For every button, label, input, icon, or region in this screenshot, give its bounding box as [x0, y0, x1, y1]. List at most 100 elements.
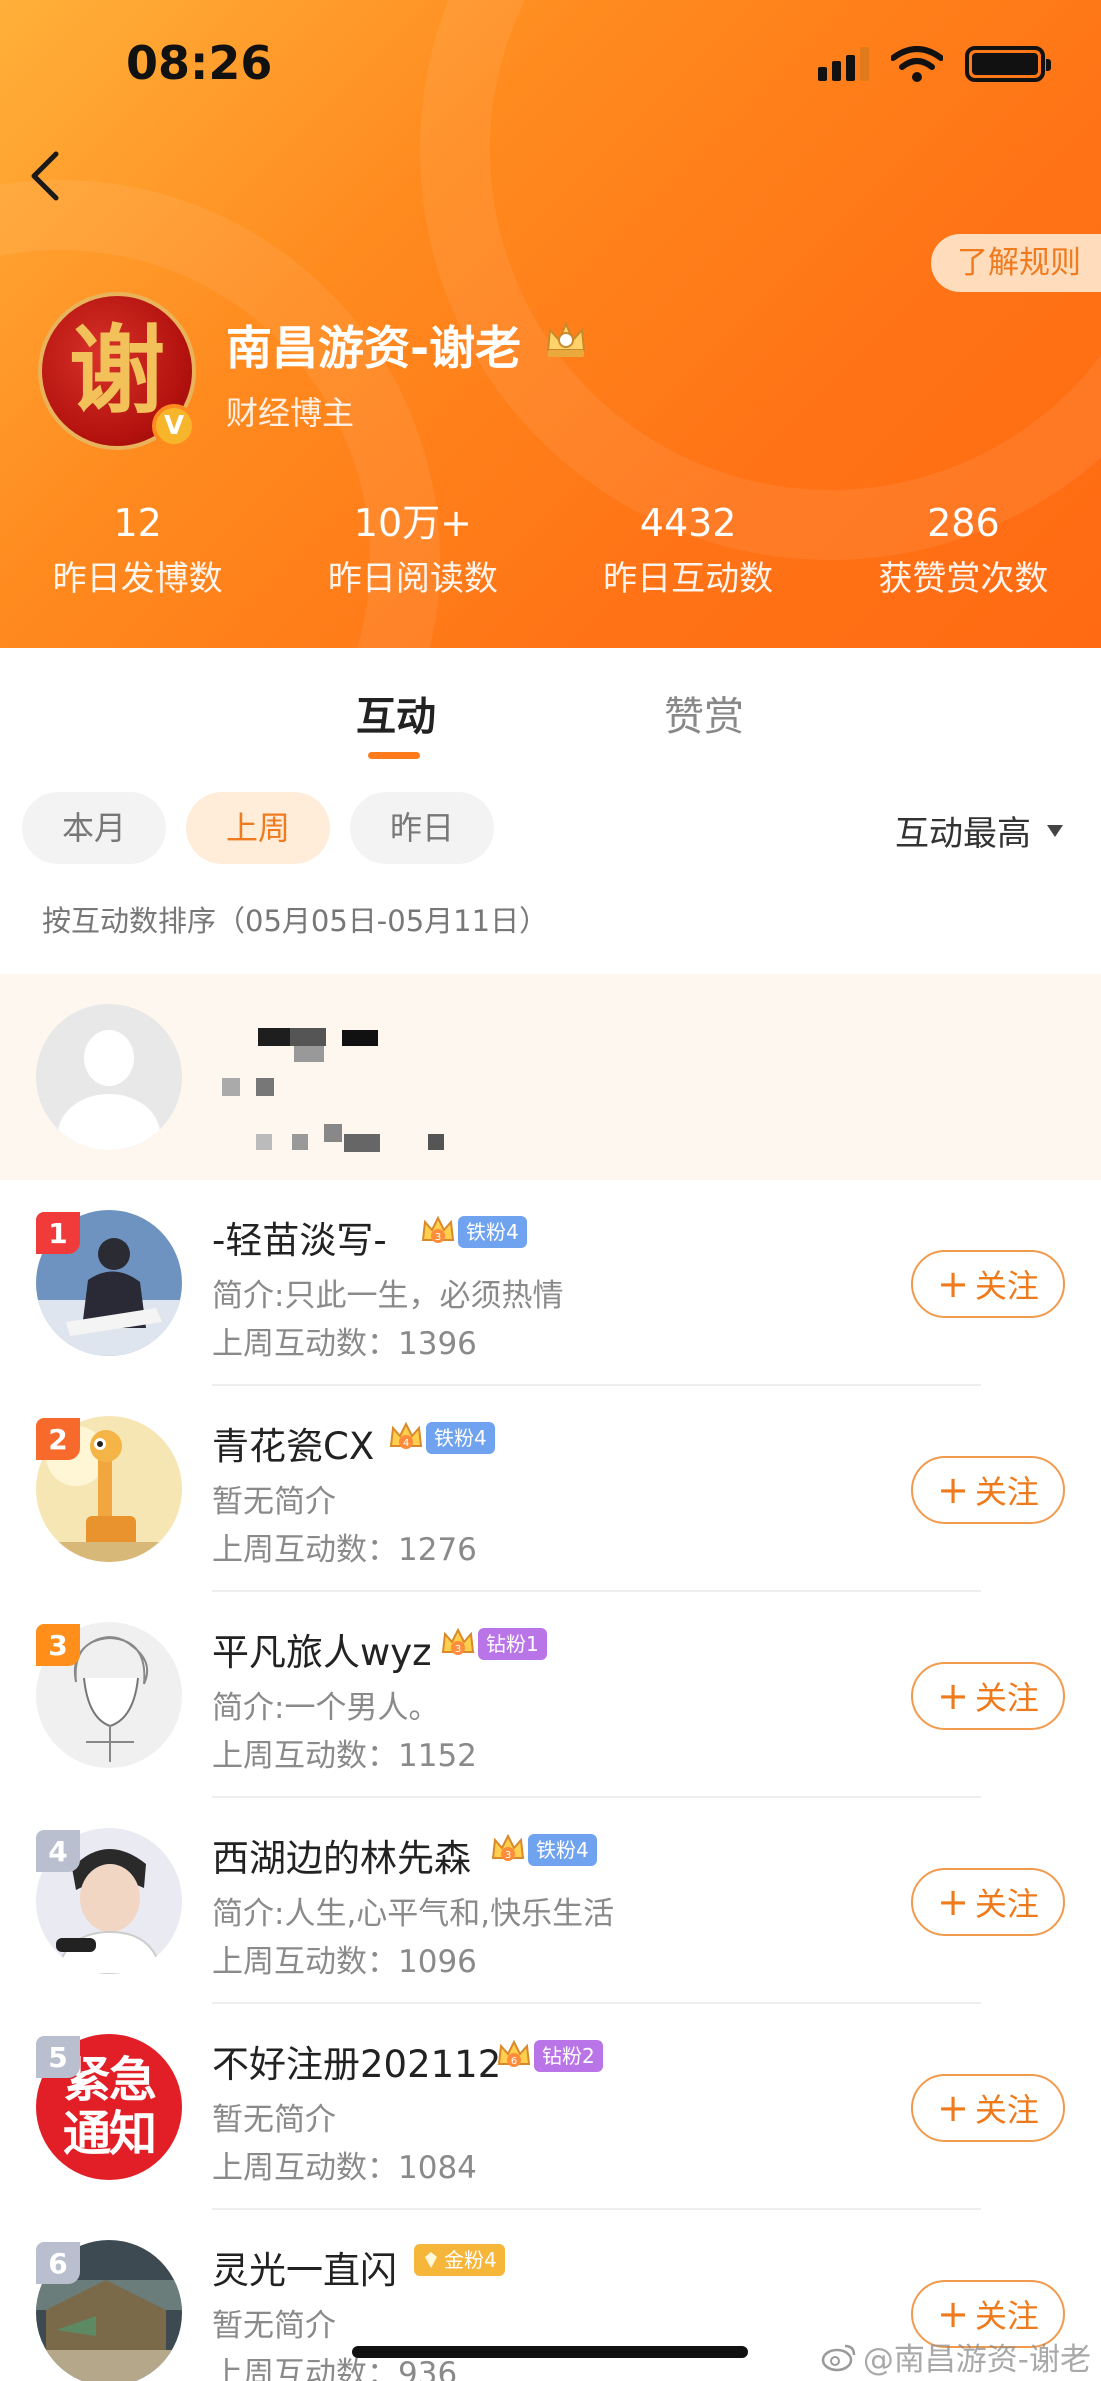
fan-level-badge: 铁粉4: [528, 1834, 597, 1866]
stat-value: 4432: [639, 501, 737, 545]
stat-value: 10万+: [353, 501, 472, 545]
interaction-count: 上周互动数：1396: [212, 1326, 477, 1362]
plus-icon: +: [937, 1468, 969, 1512]
stat-label: 昨日阅读数: [327, 559, 498, 599]
verified-badge-icon: V: [152, 404, 196, 448]
user-name[interactable]: 西湖边的林先森: [212, 1828, 471, 1882]
user-name[interactable]: 灵光一直闪: [212, 2240, 397, 2294]
stats-bar: 12 昨日发博数 10万+ 昨日阅读数 4432 昨日互动数 286 获赞赏次数: [0, 500, 1101, 604]
status-time: 08:26: [126, 36, 273, 90]
sort-dropdown-label: 互动最高: [895, 814, 1031, 854]
interaction-count: 上周互动数：1096: [212, 1944, 477, 1980]
crown-level-icon: 3: [421, 1215, 455, 1243]
rank-badge: 1: [36, 1212, 80, 1254]
profile-name: 南昌游资-谢老: [226, 321, 522, 375]
crown-level-icon: 3: [441, 1627, 475, 1655]
follow-label: 关注: [974, 1267, 1039, 1305]
tab-underline: [368, 752, 420, 759]
wifi-icon: [891, 46, 943, 82]
stat-posts: 12 昨日发博数: [0, 500, 275, 604]
tab-interaction[interactable]: 互动: [356, 684, 436, 742]
rank-badge: 2: [36, 1418, 80, 1460]
watermark-text: @南昌游资-谢老: [862, 2342, 1091, 2378]
user-name[interactable]: -轻苗淡写-: [212, 1210, 387, 1264]
stat-label: 昨日发博数: [52, 559, 223, 599]
fan-level-label: 金粉4: [444, 2248, 497, 2272]
svg-text:4: 4: [403, 1438, 409, 1449]
stat-reads: 10万+ 昨日阅读数: [275, 500, 550, 604]
rank-badge: 4: [36, 1830, 80, 1872]
sort-dropdown[interactable]: 互动最高: [895, 806, 1063, 855]
caret-down-icon: [1047, 824, 1063, 837]
list-item[interactable]: 1 -轻苗淡写- 3 铁粉4 简介:只此一生，必须热情 上周互动数：1396 +…: [0, 1180, 1101, 1386]
plus-icon: +: [937, 1880, 969, 1924]
plus-icon: +: [937, 1674, 969, 1718]
fan-ranking-list: 1 -轻苗淡写- 3 铁粉4 简介:只此一生，必须热情 上周互动数：1396 +…: [0, 1180, 1101, 2381]
follow-label: 关注: [974, 1885, 1039, 1923]
fan-badges: 3 铁粉4: [420, 1214, 527, 1250]
user-bio: 简介:只此一生，必须热情: [212, 1278, 564, 1314]
gold-gem-icon: [425, 2252, 437, 2268]
period-filters: 本月 上周 昨日: [22, 792, 495, 864]
crown-level-icon: 4: [389, 1421, 423, 1449]
follow-label: 关注: [974, 1473, 1039, 1511]
list-item[interactable]: 4 西湖边的林先森 3 铁粉4 简介:人生,心平气和,快乐生活 上周互动数：10…: [0, 1798, 1101, 2004]
user-bio: 暂无简介: [212, 2102, 336, 2138]
rank-badge: 6: [36, 2242, 80, 2284]
follow-button[interactable]: + 关注: [911, 1250, 1065, 1318]
crown-badge-icon: [546, 321, 586, 357]
tab-reward[interactable]: 赞赏: [664, 684, 744, 742]
follow-button[interactable]: + 关注: [911, 1662, 1065, 1730]
list-item[interactable]: 3 平凡旅人wyz 3 钻粉1 简介:一个男人。 上周互动数：1152 + 关注: [0, 1592, 1101, 1798]
fan-level-badge: 钻粉1: [478, 1628, 547, 1660]
stat-value: 12: [113, 501, 162, 545]
rank-badge: 5: [36, 2036, 80, 2078]
follow-button[interactable]: + 关注: [911, 1868, 1065, 1936]
weibo-logo-icon: [821, 2344, 856, 2371]
follow-button[interactable]: + 关注: [911, 1456, 1065, 1524]
status-icons: [818, 46, 1051, 82]
user-bio: 暂无简介: [212, 1484, 336, 1520]
user-name[interactable]: 平凡旅人wyz: [212, 1622, 432, 1676]
learn-rules-button[interactable]: 了解规则: [931, 234, 1101, 292]
follow-button[interactable]: + 关注: [911, 2074, 1065, 2142]
stat-label: 昨日互动数: [603, 559, 774, 599]
fan-level-badge: 金粉4: [414, 2244, 505, 2276]
sort-description: 按互动数排序（05月05日-05月11日）: [42, 904, 549, 938]
avatar-glyph: 谢: [69, 314, 165, 427]
interaction-count: 上周互动数：1276: [212, 1532, 477, 1568]
fan-level-badge: 铁粉4: [426, 1422, 495, 1454]
fan-level-badge: 钻粉2: [534, 2040, 603, 2072]
back-arrow-icon[interactable]: [22, 146, 72, 206]
watermark: @南昌游资-谢老: [821, 2334, 1091, 2379]
svg-text:3: 3: [455, 1644, 461, 1655]
filter-last-week[interactable]: 上周: [186, 792, 331, 864]
list-item[interactable]: 2 青花瓷CX 4 铁粉4 暂无简介 上周互动数：1276 + 关注: [0, 1386, 1101, 1592]
rank-badge: 3: [36, 1624, 80, 1666]
interaction-count: 上周互动数：1084: [212, 2150, 477, 2186]
crown-level-icon: 3: [491, 1833, 525, 1861]
profile-header: 08:26 了解规则 谢 V 南昌游资-谢老 财经博主 12 昨日发博数 10万…: [0, 0, 1101, 648]
battery-icon: [965, 46, 1051, 82]
plus-icon: +: [937, 1262, 969, 1306]
profile-role: 财经博主: [226, 394, 355, 432]
user-bio: 简介:一个男人。: [212, 1690, 440, 1726]
user-name[interactable]: 青花瓷CX: [212, 1416, 374, 1470]
interaction-count: 上周互动数：1152: [212, 1738, 477, 1774]
svg-text:3: 3: [505, 1850, 511, 1861]
fan-badges: 6 钻粉2: [496, 2038, 603, 2074]
fan-badges: 金粉4: [414, 2244, 505, 2276]
list-item[interactable]: 紧急通知 5 不好注册202112 6 钻粉2 暂无简介 上周互动数：1084 …: [0, 2004, 1101, 2210]
fan-level-badge: 铁粉4: [458, 1216, 527, 1248]
user-bio: 暂无简介: [212, 2308, 336, 2344]
stat-label: 获赞赏次数: [878, 559, 1049, 599]
follow-label: 关注: [974, 2091, 1039, 2129]
fan-badges: 3 钻粉1: [440, 1626, 547, 1662]
filter-yesterday[interactable]: 昨日: [350, 792, 495, 864]
crown-level-icon: 6: [497, 2039, 531, 2067]
filter-this-month[interactable]: 本月: [22, 792, 167, 864]
default-avatar-icon: [36, 1004, 182, 1150]
user-name[interactable]: 不好注册202112: [212, 2034, 501, 2088]
svg-text:3: 3: [435, 1232, 441, 1243]
stat-value: 286: [927, 501, 1000, 545]
